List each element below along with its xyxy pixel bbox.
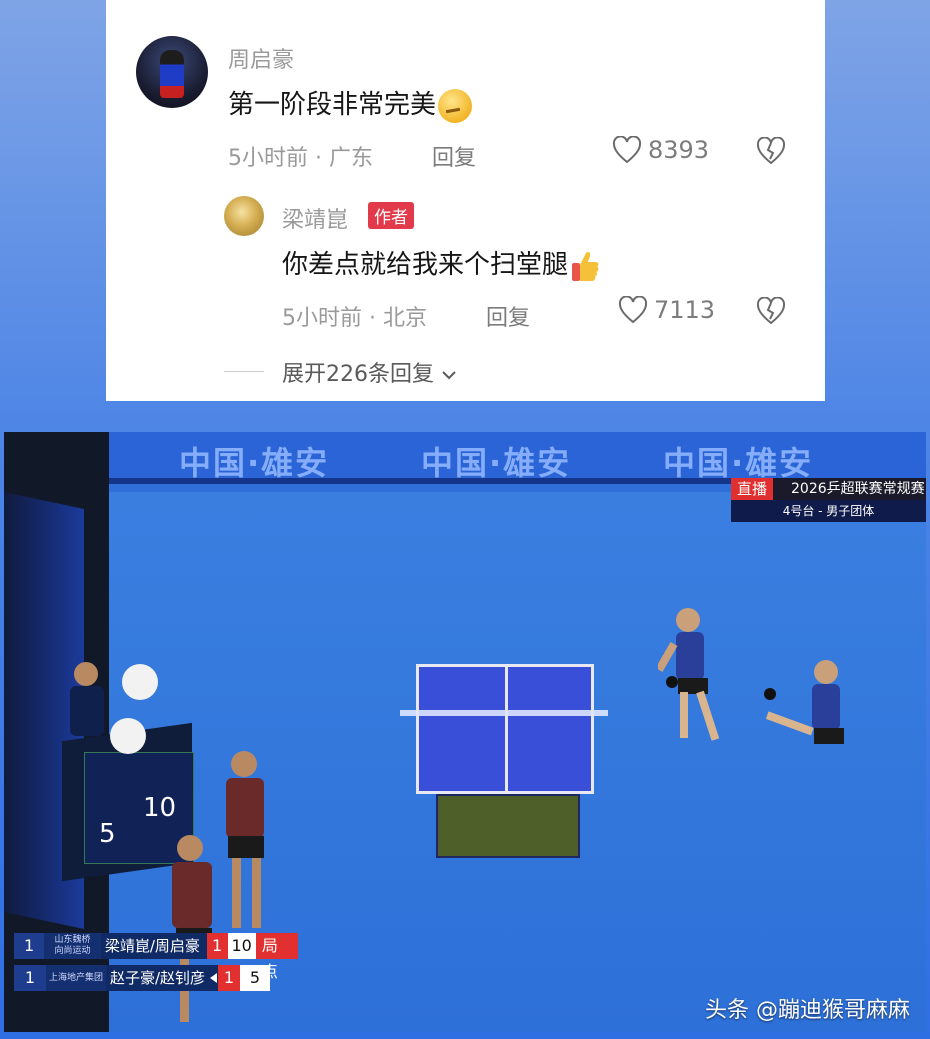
game-point-badge: 局点	[255, 933, 299, 981]
heart-icon	[612, 136, 642, 164]
thumbs-up-icon	[570, 249, 600, 283]
serve-indicator-icon	[210, 973, 217, 983]
broken-heart-icon[interactable]	[756, 137, 786, 165]
team-players: 梁靖崑/周启豪	[100, 933, 207, 959]
reply-username[interactable]: 梁靖崑	[282, 202, 348, 234]
reply-like-button[interactable]: 7113	[618, 296, 715, 324]
avatar[interactable]	[136, 36, 208, 108]
heart-icon	[618, 296, 648, 324]
comment-meta: 5小时前 · 广东	[228, 146, 374, 171]
like-count: 8393	[648, 136, 710, 164]
live-title: 2026乒超联赛常规赛	[791, 481, 925, 497]
reply-text: 你差点就给我来个扫堂腿	[282, 244, 600, 283]
reply-avatar[interactable]	[224, 196, 264, 236]
author-badge: 作者	[368, 202, 414, 229]
like-button[interactable]: 8393	[612, 136, 709, 164]
reply-like-count: 7113	[654, 296, 716, 324]
divider	[224, 371, 264, 372]
reply-button[interactable]: 回复	[432, 140, 476, 172]
comment-card: 周启豪 第一阶段非常完美 5小时前 · 广东 回复 8393 梁靖崑 作者 你差…	[106, 0, 825, 401]
score-row: 1 上海地产集团 赵子豪/赵钊彦 1 5	[14, 965, 270, 991]
reply-reply-button[interactable]: 回复	[486, 300, 530, 332]
team-players: 赵子豪/赵钊彦	[106, 965, 218, 991]
table-net	[400, 710, 608, 716]
live-subtitle: 4号台 - 男子团体	[731, 500, 926, 522]
score-row: 1 山东魏桥向尚运动 梁靖崑/周启豪 1 10 局点	[14, 933, 299, 981]
table-base	[436, 794, 580, 858]
comment-username[interactable]: 周启豪	[228, 42, 294, 74]
comment-text: 第一阶段非常完美	[228, 84, 473, 123]
chevron-down-icon	[442, 371, 456, 380]
broken-heart-icon[interactable]	[756, 297, 786, 325]
video-frame[interactable]: 中国·雄安 中国·雄安 中国·雄安 直播 2026乒超联赛常规赛 4号台 - 男…	[4, 432, 926, 1032]
umpire-figure	[70, 662, 104, 736]
expand-replies-button[interactable]: 展开226条回复	[282, 356, 457, 388]
reply-body: 你差点就给我来个扫堂腿	[282, 250, 569, 280]
arena-banner: 中国·雄安 中国·雄安 中国·雄安	[109, 432, 926, 484]
watermark: 头条 @蹦迪猴哥麻麻	[705, 998, 910, 1023]
ping-pong-table	[416, 664, 594, 794]
live-badge: 直播	[731, 478, 774, 500]
comment-body: 第一阶段非常完美	[228, 90, 437, 120]
thinking-face-icon	[438, 88, 473, 123]
reply-meta: 5小时前 · 北京	[282, 306, 428, 331]
live-info: 直播 2026乒超联赛常规赛	[731, 478, 926, 500]
player-figure	[764, 660, 844, 744]
player-figure	[172, 835, 212, 1022]
